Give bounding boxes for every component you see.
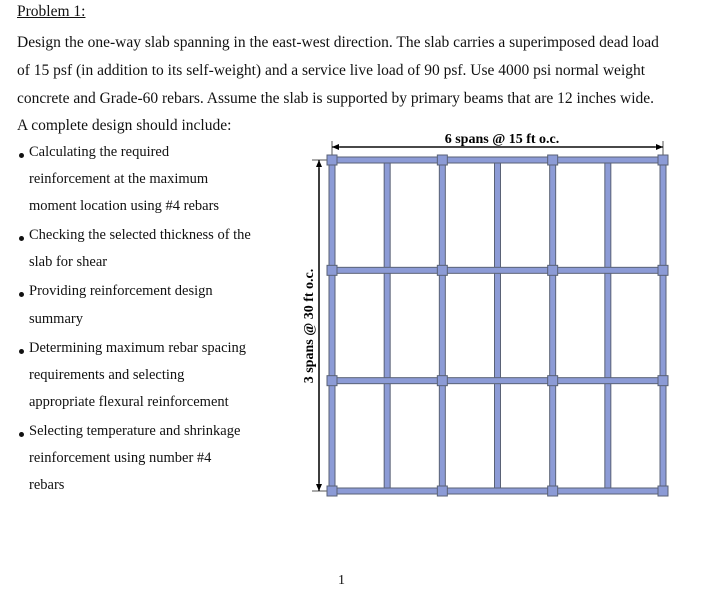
column <box>326 375 338 387</box>
beam <box>328 159 336 492</box>
beam <box>438 159 446 492</box>
column <box>547 264 559 276</box>
column <box>436 264 448 276</box>
vertical-dimension-label: 3 spans @ 30 ft o.c. <box>302 269 317 384</box>
column <box>436 485 448 497</box>
column <box>657 264 669 276</box>
girder <box>331 156 664 164</box>
page-number: 1 <box>338 573 345 588</box>
column <box>326 154 338 166</box>
column <box>326 485 338 497</box>
column <box>657 154 669 166</box>
beam <box>494 159 501 492</box>
beam <box>659 159 667 492</box>
beam <box>383 159 391 492</box>
girder <box>331 377 664 385</box>
column <box>547 485 559 497</box>
column <box>657 485 669 497</box>
beam <box>549 159 557 492</box>
girder <box>331 266 664 274</box>
slab-framing-plan: 6 spans @ 15 ft o.c. 3 spans @ 30 ft o.c… <box>302 132 669 497</box>
column <box>436 375 448 387</box>
girder <box>331 487 664 495</box>
column <box>547 375 559 387</box>
horizontal-dimension-label: 6 spans @ 15 ft o.c. <box>445 132 560 147</box>
column <box>547 154 559 166</box>
column <box>326 264 338 276</box>
column <box>436 154 448 166</box>
beam <box>604 159 612 492</box>
vertical-beams <box>328 159 667 492</box>
column <box>657 375 669 387</box>
